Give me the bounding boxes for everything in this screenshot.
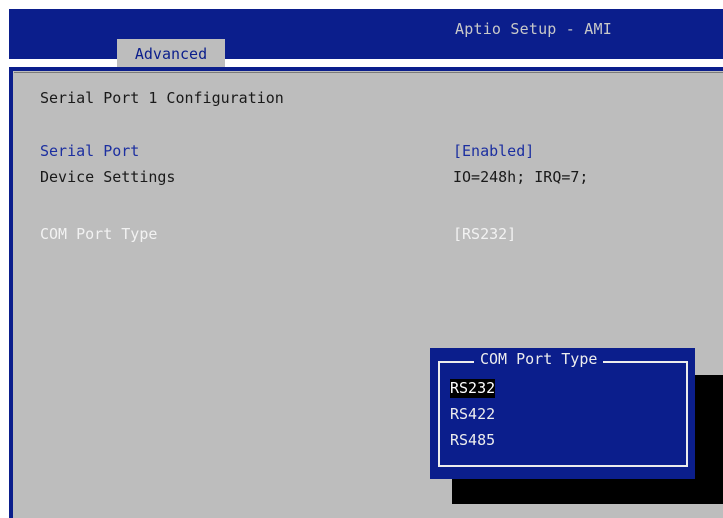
device-settings-value: IO=248h; IRQ=7; [453, 168, 589, 186]
serial-port-value[interactable]: [Enabled] [453, 142, 534, 160]
com-port-type-label[interactable]: COM Port Type [40, 225, 157, 243]
popup-option-rs232[interactable]: RS232 [450, 379, 496, 398]
popup-option-rs485[interactable]: RS485 [450, 431, 495, 450]
panel-border-top [9, 67, 723, 71]
serial-port-label[interactable]: Serial Port [40, 142, 139, 160]
panel-border-left [9, 67, 13, 518]
tab-advanced[interactable]: Advanced [117, 39, 225, 68]
popup-title: COM Port Type [474, 350, 604, 368]
title-bar: Aptio Setup - AMI Advanced [9, 9, 723, 68]
com-port-type-value[interactable]: [RS232] [453, 225, 516, 243]
app-title: Aptio Setup - AMI [455, 20, 612, 38]
popup-option-rs422[interactable]: RS422 [450, 405, 495, 424]
section-title: Serial Port 1 Configuration [40, 89, 284, 107]
panel-divider [14, 72, 723, 73]
device-settings-label: Device Settings [40, 168, 176, 186]
